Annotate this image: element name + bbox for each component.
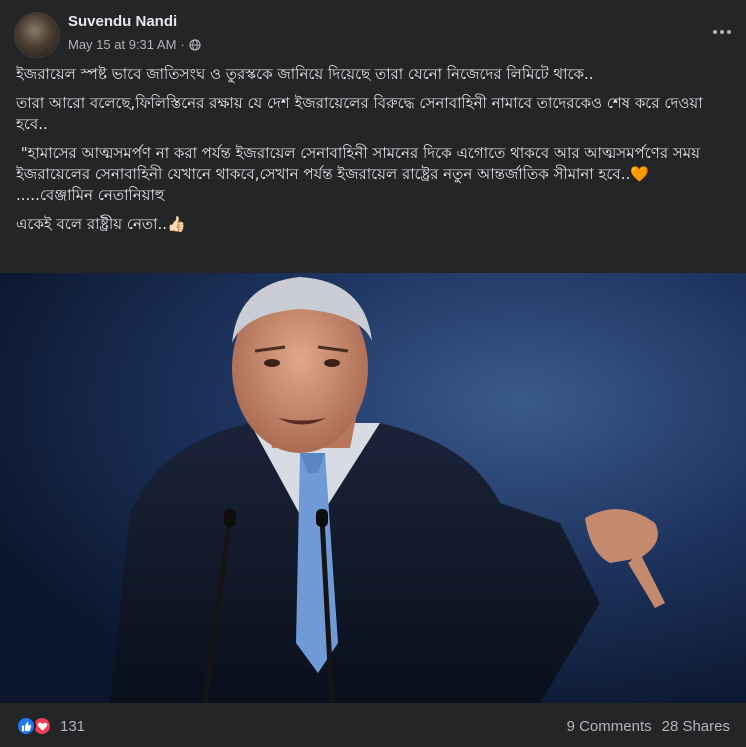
post-paragraph: ইজরায়েল স্পষ্ট ভাবে জাতিসংঘ ও তুরস্ককে … (16, 65, 594, 83)
shares-count-link[interactable]: 28 Shares (662, 718, 730, 735)
comments-count-link[interactable]: 9 Comments (567, 718, 652, 735)
post-header: Suvendu Nandi May 15 at 9:31 AM · (0, 0, 746, 62)
more-options-icon[interactable] (712, 22, 732, 42)
author-name[interactable]: Suvendu Nandi (68, 13, 177, 30)
avatar[interactable] (14, 12, 60, 58)
meta-separator: · (180, 37, 185, 52)
globe-icon[interactable] (189, 38, 201, 51)
post-meta: May 15 at 9:31 AM · (68, 37, 201, 52)
post-photo[interactable] (0, 273, 746, 703)
photo-illustration (0, 273, 746, 703)
reaction-count: 131 (60, 717, 86, 735)
reactions-summary[interactable]: 131 (16, 716, 85, 736)
post-paragraph: তারা আরো বলেছে,ফিলিস্তিনের রক্ষায় যে দে… (16, 94, 708, 133)
post-footer: 131 9 Comments 28 Shares (0, 703, 746, 747)
post-paragraph: .....বেঞ্জামিন নেতানিয়াহু (16, 186, 165, 204)
post-paragraph: একেই বলে রাষ্ট্রীয় নেতা..👍🏻 (16, 215, 186, 233)
post-paragraph: "হামাসের আত্মসমর্পণ না করা পর্যন্ত ইজরায… (16, 144, 705, 183)
post-body: ইজরায়েল স্পষ্ট ভাবে জাতিসংঘ ও তুরস্ককে … (16, 64, 732, 243)
engagement-stats: 9 Comments 28 Shares (567, 718, 730, 735)
post-timestamp[interactable]: May 15 at 9:31 AM (68, 37, 176, 52)
like-icon (16, 716, 36, 736)
